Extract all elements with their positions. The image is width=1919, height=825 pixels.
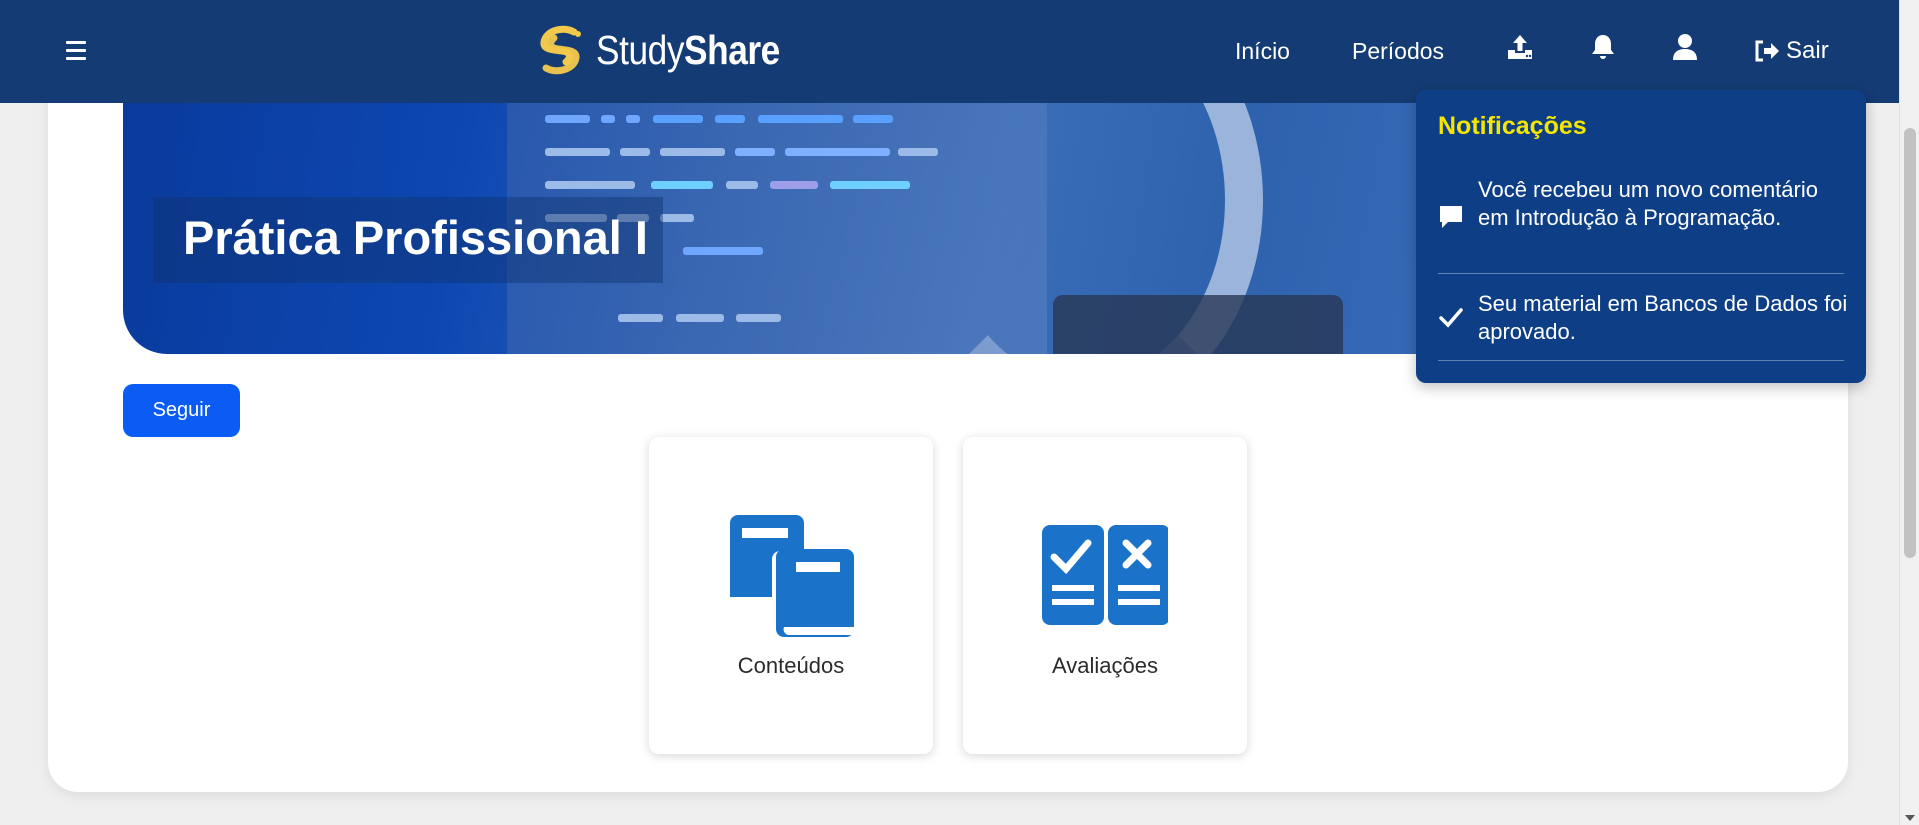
notifications-dropdown: Notificações Você recebeu um novo coment… [1416,90,1866,383]
scroll-down-arrow-icon[interactable] [1905,815,1915,821]
notifications-title: Notificações [1438,112,1587,140]
notification-item[interactable]: Você recebeu um novo comentário em Intro… [1438,176,1844,260]
sign-out-icon [1755,40,1779,62]
page-title: Prática Profissional I [183,211,648,264]
check-icon [1439,308,1463,328]
nav-link-periods[interactable]: Períodos [1352,38,1444,65]
books-icon [728,515,854,641]
logout-label: Sair [1786,37,1829,64]
follow-button[interactable]: Seguir [123,384,240,437]
studyshare-logo-icon [540,25,581,75]
notification-text: Seu material em Bancos de Dados foi apro… [1478,291,1848,344]
tile-contents-label: Conteúdos [737,653,845,678]
notification-text: Você recebeu um novo comentário em Intro… [1478,177,1818,230]
hamburger-menu-button[interactable] [64,38,92,64]
notification-item[interactable]: Seu material em Bancos de Dados foi apro… [1438,290,1847,346]
tile-assessments[interactable]: Avaliações [963,437,1247,754]
nav-link-home[interactable]: Início [1235,38,1290,65]
logout-button[interactable]: Sair [1754,37,1829,65]
user-icon[interactable] [1670,32,1702,64]
notification-divider [1438,360,1844,361]
tile-contents[interactable]: Conteúdos [649,437,933,754]
hero-screen-decoration [1053,295,1343,354]
brand-name: StudyShare [596,26,780,73]
scrollbar-thumb[interactable] [1904,128,1916,558]
bell-icon[interactable] [1588,32,1620,64]
comment-icon [1440,206,1462,228]
notification-divider [1438,273,1844,274]
tile-assessments-label: Avaliações [1052,653,1158,678]
top-navbar: StudyShare Início Períodos Sair [0,0,1899,103]
page-scrollbar[interactable] [1899,0,1919,825]
assessment-icon [1042,525,1168,625]
brand-logo[interactable]: StudyShare [534,20,810,80]
upload-icon[interactable] [1505,32,1537,64]
